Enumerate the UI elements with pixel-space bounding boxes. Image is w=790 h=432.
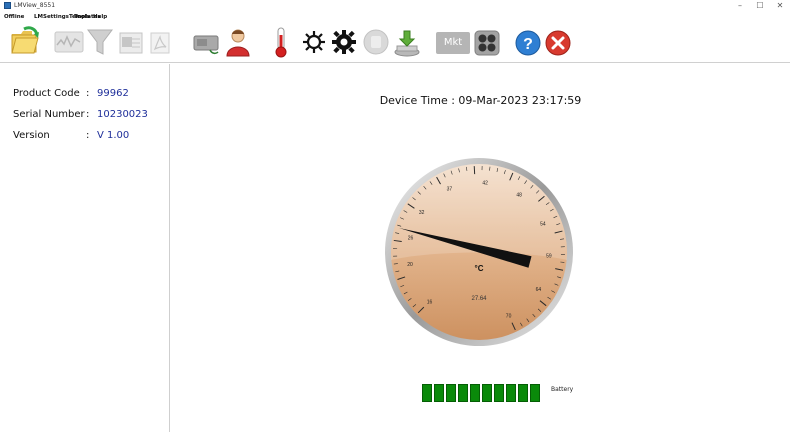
device-info-panel: Product Code : 99962 Serial Number : 102… (0, 64, 170, 432)
minimize-button[interactable]: – (730, 0, 750, 11)
version-label: Version (13, 130, 50, 141)
separator: : (86, 130, 90, 141)
menu-tools[interactable]: Tools (74, 12, 90, 22)
gauge-scale-label: 64 (536, 287, 542, 293)
gauge-scale-label: 70 (506, 313, 512, 319)
gear-outline-icon[interactable] (302, 30, 326, 54)
battery-segment (530, 384, 540, 402)
battery-segment (482, 384, 492, 402)
gauge-scale-label: 32 (419, 210, 425, 216)
app-icon (4, 2, 11, 9)
device-time: Device Time : 09-Mar-2023 23:17:59 (379, 94, 582, 107)
battery-segment (434, 384, 444, 402)
product-code-value: 99962 (97, 88, 129, 99)
battery-segment (422, 384, 432, 402)
menu-help[interactable]: Help (93, 12, 107, 22)
battery-segment (506, 384, 516, 402)
main-panel: Device Time : 09-Mar-2023 23:17:59 16 20 2… (171, 64, 790, 432)
separator: : (86, 88, 90, 99)
close-window-button[interactable]: ✕ (770, 0, 790, 11)
menu-offline[interactable]: Offline (4, 12, 24, 22)
excel-export-icon[interactable] (118, 31, 144, 55)
serial-number-label: Serial Number (13, 109, 85, 120)
gauge-scale-label: 48 (516, 193, 522, 199)
version-value: V 1.00 (97, 130, 130, 141)
gauge-scale-label: 54 (540, 222, 546, 228)
download-icon[interactable] (392, 28, 422, 58)
toolbar: Mkt ? (0, 22, 790, 62)
window-title: LMView_8551 (14, 2, 56, 9)
pdf-export-icon[interactable] (148, 31, 172, 55)
serial-number-value: 10230023 (97, 109, 148, 120)
battery-segment (518, 384, 528, 402)
maximize-button[interactable]: ☐ (750, 0, 770, 11)
gauge-scale-label: 59 (546, 254, 552, 260)
gauge-scale-label: 37 (447, 187, 453, 193)
toolbar-separator (0, 62, 790, 63)
gauge-scale-label: 16 (427, 299, 433, 305)
mkt-icon[interactable]: Mkt (436, 32, 470, 54)
waveform-icon[interactable] (54, 30, 84, 54)
gauge-scale-label: 26 (408, 235, 414, 241)
svg-text:?: ? (523, 36, 533, 53)
help-icon[interactable]: ? (514, 29, 542, 57)
gauge-unit: °C (475, 264, 484, 273)
gear-solid-icon[interactable] (332, 30, 356, 54)
battery-segment (458, 384, 468, 402)
filter-icon[interactable] (86, 27, 114, 57)
battery-label: Battery (551, 386, 574, 393)
open-folder-icon[interactable] (10, 26, 40, 56)
device-card-icon[interactable] (192, 32, 222, 56)
battery-segment (446, 384, 456, 402)
thermometer-icon[interactable] (272, 26, 290, 58)
product-code-label: Product Code (13, 88, 80, 99)
gauge-scale-label: 42 (482, 180, 488, 186)
gauge-reading: 27.64 (471, 296, 487, 302)
separator: : (86, 109, 90, 120)
menu-settings-templates[interactable]: LMSettingsTemplates (34, 12, 101, 22)
battery-segment (470, 384, 480, 402)
stop-hand-icon[interactable] (362, 28, 390, 56)
temperature-gauge: 16 20 26 32 37 42 48 54 59 64 70 °C 27.64 (385, 158, 573, 346)
exit-icon[interactable] (544, 29, 572, 57)
title-bar: LMView_8551 – ☐ ✕ (0, 0, 790, 11)
gauge-scale-label: 20 (407, 262, 413, 268)
grid-dots-icon[interactable] (474, 30, 500, 56)
user-icon[interactable] (225, 28, 251, 58)
battery-segment (494, 384, 504, 402)
